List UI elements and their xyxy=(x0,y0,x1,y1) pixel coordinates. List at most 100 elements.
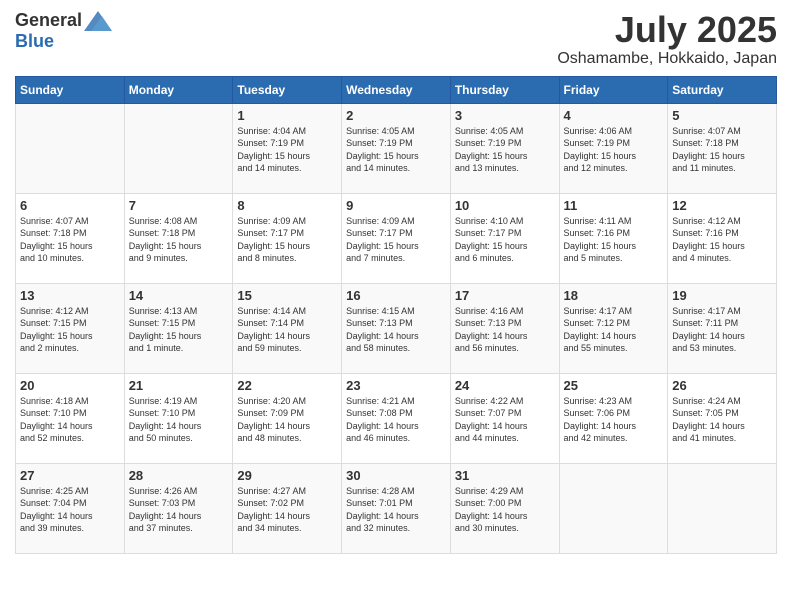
day-number: 26 xyxy=(672,378,772,393)
day-number: 23 xyxy=(346,378,446,393)
day-info: Sunrise: 4:07 AM Sunset: 7:18 PM Dayligh… xyxy=(672,126,745,174)
calendar-cell: 31 Sunrise: 4:29 AM Sunset: 7:00 PM Dayli… xyxy=(450,463,559,553)
day-number: 30 xyxy=(346,468,446,483)
calendar-cell: 3 Sunrise: 4:05 AM Sunset: 7:19 PM Daylig… xyxy=(450,103,559,193)
location: Oshamambe, Hokkaido, Japan xyxy=(557,50,777,68)
day-number: 7 xyxy=(129,198,229,213)
week-row-4: 20 Sunrise: 4:18 AM Sunset: 7:10 PM Dayli… xyxy=(16,373,777,463)
calendar-cell: 26 Sunrise: 4:24 AM Sunset: 7:05 PM Dayli… xyxy=(668,373,777,463)
day-number: 27 xyxy=(20,468,120,483)
calendar-cell: 16Sunrise: 4:15 AM Sunset: 7:13 PM Dayli… xyxy=(342,283,451,373)
week-row-1: 1 Sunrise: 4:04 AM Sunset: 7:19 PM Daylig… xyxy=(16,103,777,193)
day-number: 17 xyxy=(455,288,555,303)
day-number: 13 xyxy=(20,288,120,303)
day-info: Sunrise: 4:29 AM Sunset: 7:00 PM Dayligh… xyxy=(455,486,528,534)
calendar-cell: 13 Sunrise: 4:12 AM Sunset: 7:15 PM Dayli… xyxy=(16,283,125,373)
day-number: 22 xyxy=(237,378,337,393)
day-info: Sunrise: 4:26 AM Sunset: 7:03 PM Dayligh… xyxy=(129,486,202,534)
day-header-saturday: Saturday xyxy=(668,76,777,103)
day-header-friday: Friday xyxy=(559,76,668,103)
calendar-cell: 6Sunrise: 4:07 AM Sunset: 7:18 PM Daylig… xyxy=(16,193,125,283)
week-row-2: 6Sunrise: 4:07 AM Sunset: 7:18 PM Daylig… xyxy=(16,193,777,283)
calendar-cell: 1 Sunrise: 4:04 AM Sunset: 7:19 PM Daylig… xyxy=(233,103,342,193)
day-info: Sunrise: 4:21 AM Sunset: 7:08 PM Dayligh… xyxy=(346,396,419,444)
calendar-cell: 7 Sunrise: 4:08 AM Sunset: 7:18 PM Daylig… xyxy=(124,193,233,283)
calendar-cell: 24 Sunrise: 4:22 AM Sunset: 7:07 PM Dayli… xyxy=(450,373,559,463)
day-info: Sunrise: 4:28 AM Sunset: 7:01 PM Dayligh… xyxy=(346,486,419,534)
day-number: 4 xyxy=(564,108,664,123)
calendar-cell: 11 Sunrise: 4:11 AM Sunset: 7:16 PM Dayli… xyxy=(559,193,668,283)
calendar-cell: 21 Sunrise: 4:19 AM Sunset: 7:10 PM Dayli… xyxy=(124,373,233,463)
day-number: 1 xyxy=(237,108,337,123)
calendar-cell: 9 Sunrise: 4:09 AM Sunset: 7:17 PM Daylig… xyxy=(342,193,451,283)
day-info: Sunrise: 4:22 AM Sunset: 7:07 PM Dayligh… xyxy=(455,396,528,444)
day-number: 12 xyxy=(672,198,772,213)
day-info: Sunrise: 4:09 AM Sunset: 7:17 PM Dayligh… xyxy=(346,216,419,264)
calendar-cell: 10 Sunrise: 4:10 AM Sunset: 7:17 PM Dayli… xyxy=(450,193,559,283)
week-row-5: 27Sunrise: 4:25 AM Sunset: 7:04 PM Dayli… xyxy=(16,463,777,553)
day-info: Sunrise: 4:04 AM Sunset: 7:19 PM Dayligh… xyxy=(237,126,310,174)
day-info: Sunrise: 4:20 AM Sunset: 7:09 PM Dayligh… xyxy=(237,396,310,444)
day-number: 8 xyxy=(237,198,337,213)
day-number: 29 xyxy=(237,468,337,483)
calendar-cell: 8 Sunrise: 4:09 AM Sunset: 7:17 PM Daylig… xyxy=(233,193,342,283)
day-number: 20 xyxy=(20,378,120,393)
day-header-sunday: Sunday xyxy=(16,76,125,103)
calendar-cell: 17 Sunrise: 4:16 AM Sunset: 7:13 PM Dayli… xyxy=(450,283,559,373)
day-info: Sunrise: 4:05 AM Sunset: 7:19 PM Dayligh… xyxy=(346,126,419,174)
day-info: Sunrise: 4:23 AM Sunset: 7:06 PM Dayligh… xyxy=(564,396,637,444)
calendar-cell: 15Sunrise: 4:14 AM Sunset: 7:14 PM Dayli… xyxy=(233,283,342,373)
calendar-cell: 25 Sunrise: 4:23 AM Sunset: 7:06 PM Dayli… xyxy=(559,373,668,463)
day-number: 24 xyxy=(455,378,555,393)
day-number: 28 xyxy=(129,468,229,483)
day-info: Sunrise: 4:13 AM Sunset: 7:15 PM Dayligh… xyxy=(129,306,202,354)
day-number: 5 xyxy=(672,108,772,123)
calendar-cell xyxy=(124,103,233,193)
calendar-cell: 30 Sunrise: 4:28 AM Sunset: 7:01 PM Dayli… xyxy=(342,463,451,553)
logo-text: General xyxy=(15,10,112,31)
day-info: Sunrise: 4:12 AM Sunset: 7:15 PM Dayligh… xyxy=(20,306,93,354)
day-header-wednesday: Wednesday xyxy=(342,76,451,103)
day-info: Sunrise: 4:09 AM Sunset: 7:17 PM Dayligh… xyxy=(237,216,310,264)
day-number: 31 xyxy=(455,468,555,483)
day-info: Sunrise: 4:16 AM Sunset: 7:13 PM Dayligh… xyxy=(455,306,528,354)
calendar-cell xyxy=(559,463,668,553)
calendar-cell: 19Sunrise: 4:17 AM Sunset: 7:11 PM Dayli… xyxy=(668,283,777,373)
day-number: 11 xyxy=(564,198,664,213)
day-info: Sunrise: 4:17 AM Sunset: 7:12 PM Dayligh… xyxy=(564,306,637,354)
day-number: 6 xyxy=(20,198,120,213)
day-info: Sunrise: 4:27 AM Sunset: 7:02 PM Dayligh… xyxy=(237,486,310,534)
day-number: 21 xyxy=(129,378,229,393)
header-row: SundayMondayTuesdayWednesdayThursdayFrid… xyxy=(16,76,777,103)
calendar-cell: 27Sunrise: 4:25 AM Sunset: 7:04 PM Dayli… xyxy=(16,463,125,553)
day-header-monday: Monday xyxy=(124,76,233,103)
calendar-cell: 2 Sunrise: 4:05 AM Sunset: 7:19 PM Daylig… xyxy=(342,103,451,193)
logo-general: General xyxy=(15,10,82,31)
day-info: Sunrise: 4:08 AM Sunset: 7:18 PM Dayligh… xyxy=(129,216,202,264)
header: General Blue July 2025 Oshamambe, Hokkai… xyxy=(15,10,777,68)
day-info: Sunrise: 4:06 AM Sunset: 7:19 PM Dayligh… xyxy=(564,126,637,174)
title-section: July 2025 Oshamambe, Hokkaido, Japan xyxy=(557,10,777,68)
day-info: Sunrise: 4:05 AM Sunset: 7:19 PM Dayligh… xyxy=(455,126,528,174)
calendar-cell xyxy=(668,463,777,553)
day-number: 3 xyxy=(455,108,555,123)
calendar-cell: 14Sunrise: 4:13 AM Sunset: 7:15 PM Dayli… xyxy=(124,283,233,373)
calendar-cell: 28 Sunrise: 4:26 AM Sunset: 7:03 PM Dayli… xyxy=(124,463,233,553)
logo-icon xyxy=(84,11,112,31)
calendar-cell: 12Sunrise: 4:12 AM Sunset: 7:16 PM Dayli… xyxy=(668,193,777,283)
day-info: Sunrise: 4:24 AM Sunset: 7:05 PM Dayligh… xyxy=(672,396,745,444)
day-number: 25 xyxy=(564,378,664,393)
day-number: 2 xyxy=(346,108,446,123)
day-number: 9 xyxy=(346,198,446,213)
page-container: General Blue July 2025 Oshamambe, Hokkai… xyxy=(0,0,792,564)
day-header-thursday: Thursday xyxy=(450,76,559,103)
day-info: Sunrise: 4:11 AM Sunset: 7:16 PM Dayligh… xyxy=(564,216,637,264)
calendar-cell: 29 Sunrise: 4:27 AM Sunset: 7:02 PM Dayli… xyxy=(233,463,342,553)
day-info: Sunrise: 4:19 AM Sunset: 7:10 PM Dayligh… xyxy=(129,396,202,444)
day-info: Sunrise: 4:10 AM Sunset: 7:17 PM Dayligh… xyxy=(455,216,528,264)
day-info: Sunrise: 4:17 AM Sunset: 7:11 PM Dayligh… xyxy=(672,306,745,354)
day-info: Sunrise: 4:18 AM Sunset: 7:10 PM Dayligh… xyxy=(20,396,93,444)
day-number: 10 xyxy=(455,198,555,213)
calendar-cell: 22 Sunrise: 4:20 AM Sunset: 7:09 PM Dayli… xyxy=(233,373,342,463)
calendar-cell: 23 Sunrise: 4:21 AM Sunset: 7:08 PM Dayli… xyxy=(342,373,451,463)
